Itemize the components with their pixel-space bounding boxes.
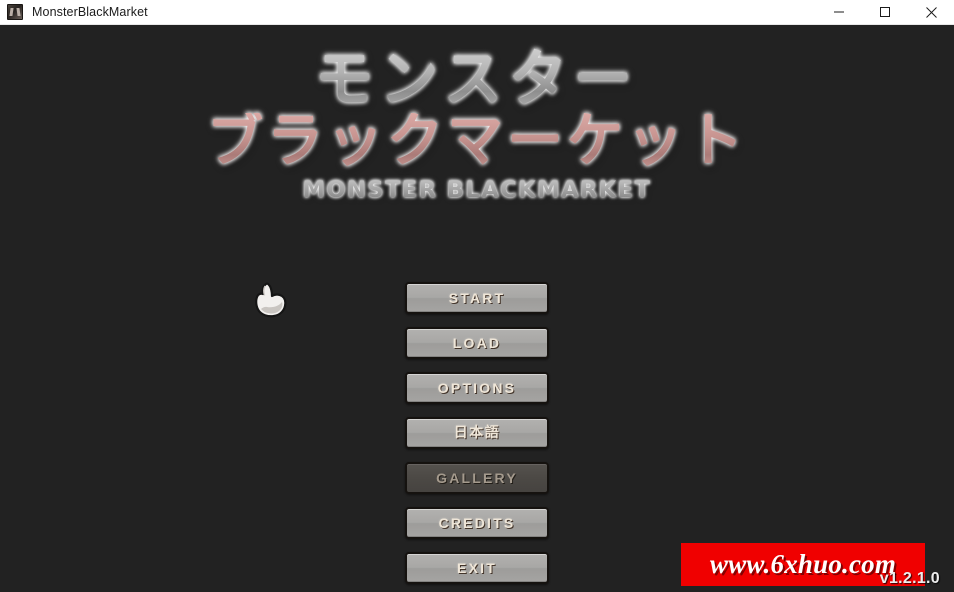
menu-item-options[interactable]: OPTIONS <box>405 372 549 404</box>
main-menu: START LOAD OPTIONS 日本語 GALLERY CREDITS E… <box>405 282 549 592</box>
minimize-button[interactable] <box>816 0 862 25</box>
game-viewport: モンスター ブラックマーケット MONSTER BLACKMARKET STAR… <box>0 25 954 592</box>
pointing-hand-cursor <box>252 280 292 322</box>
menu-item-credits[interactable]: CREDITS <box>405 507 549 539</box>
close-button[interactable] <box>908 0 954 25</box>
window-title: MonsterBlackMarket <box>32 5 148 19</box>
close-icon <box>925 6 937 18</box>
logo-title-japanese-lower: ブラックマーケット <box>0 112 954 171</box>
game-logo: モンスター ブラックマーケット MONSTER BLACKMARKET <box>0 48 954 203</box>
minimize-icon <box>834 11 844 13</box>
logo-title-japanese-upper: モンスター <box>0 48 954 109</box>
logo-subtitle-english: MONSTER BLACKMARKET <box>0 178 954 203</box>
maximize-icon <box>880 7 890 17</box>
menu-item-language[interactable]: 日本語 <box>405 417 549 449</box>
menu-item-load[interactable]: LOAD <box>405 327 549 359</box>
menu-item-gallery: GALLERY <box>405 462 549 494</box>
window-titlebar: MonsterBlackMarket <box>0 0 954 25</box>
maximize-button[interactable] <box>862 0 908 25</box>
game-window: MonsterBlackMarket モンスター ブラックマーケット MONST… <box>0 0 954 592</box>
version-label: v1.2.1.0 <box>879 570 940 587</box>
menu-item-exit[interactable]: EXIT <box>405 552 549 584</box>
menu-item-start[interactable]: START <box>405 282 549 314</box>
site-watermark-text: www.6xhuo.com <box>709 549 897 579</box>
pointing-hand-icon <box>255 282 287 318</box>
monster-app-icon <box>7 4 23 20</box>
